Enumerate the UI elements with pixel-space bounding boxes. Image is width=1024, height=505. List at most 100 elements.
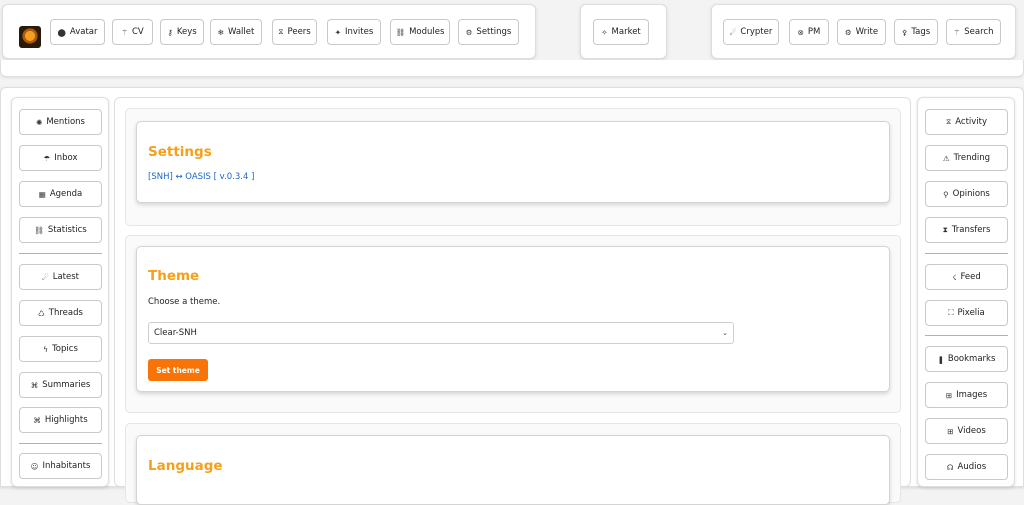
nav-invites-button[interactable]: ✦ Invites: [327, 19, 381, 45]
theme-title: Theme: [148, 268, 200, 284]
images-icon: ⊞: [945, 390, 953, 400]
sidebar-item-trending[interactable]: ⚠ Trending: [925, 145, 1008, 171]
sidebar-item-label: Pixelia: [957, 308, 985, 318]
sidebar-item-highlights[interactable]: ⌘ Highlights: [19, 407, 102, 433]
sidebar-item-label: Threads: [48, 308, 83, 318]
nav-keys-label: Keys: [176, 27, 197, 37]
sidebar-item-label: Activity: [955, 117, 988, 127]
language-card: Language: [136, 435, 890, 505]
nav-tags-label: Tags: [911, 27, 931, 37]
sidebar-item-videos[interactable]: ⊞ Videos: [925, 418, 1008, 444]
inbox-icon: ☂: [43, 153, 51, 163]
nav-market-button[interactable]: ✧ Market: [593, 19, 649, 45]
right-sidebar: ⧖ Activity ⚠ Trending ⚲ Opinions ⧗ Transfers ☇ Fe…: [917, 97, 1015, 487]
threads-icon: ♺: [38, 308, 45, 318]
sidebar-divider: [19, 443, 102, 444]
settings-icon: ⚙: [465, 27, 473, 37]
sidebar-item-label: Topics: [52, 344, 78, 354]
sidebar-item-bookmarks[interactable]: ❚ Bookmarks: [925, 346, 1008, 372]
trending-icon: ⚠: [942, 153, 950, 163]
sidebar-item-inhabitants[interactable]: ☺ Inhabitants: [19, 453, 102, 479]
nav-invites-label: Invites: [345, 27, 374, 37]
sidebar-item-label: Mentions: [46, 117, 85, 127]
crypter-icon: ☄: [729, 27, 737, 37]
sidebar-item-topics[interactable]: ϟ Topics: [19, 336, 102, 362]
main-content: Settings [SNH] ↔ OASIS [ v.0.3.4 ] Theme…: [114, 97, 911, 505]
settings-title: Settings: [148, 144, 212, 160]
language-title: Language: [148, 458, 223, 474]
cv-icon: ⚚: [121, 27, 128, 37]
sidebar-item-activity[interactable]: ⧖ Activity: [925, 109, 1008, 135]
nav-pm-button[interactable]: ⊗ PM: [789, 19, 829, 45]
nav-peers-button[interactable]: ⧖ Peers: [272, 19, 317, 45]
peers-icon: ⧖: [278, 27, 284, 36]
sidebar-item-images[interactable]: ⊞ Images: [925, 382, 1008, 408]
sidebar-item-pixelia[interactable]: ⛶ Pixelia: [925, 300, 1008, 326]
highlights-icon: ⌘: [33, 415, 41, 425]
nav-cv-button[interactable]: ⚚ CV: [112, 19, 153, 45]
tags-icon: ⚴: [901, 27, 908, 37]
sidebar-item-label: Videos: [957, 426, 986, 436]
keys-icon: ⚷: [167, 27, 173, 37]
sidebar-item-transfers[interactable]: ⧗ Transfers: [925, 217, 1008, 243]
sidebar-item-label: Bookmarks: [947, 354, 996, 364]
opinions-icon: ⚲: [943, 189, 949, 199]
pixelia-icon: ⛶: [948, 308, 954, 317]
nav-write-button[interactable]: ⚙ Write: [837, 19, 886, 45]
set-theme-button[interactable]: Set theme: [148, 359, 208, 381]
left-sidebar: ✺ Mentions ☂ Inbox ▦ Agenda ⛓ Statistics ☄ Latest…: [11, 97, 109, 487]
sidebar-item-feed[interactable]: ☇ Feed: [925, 264, 1008, 290]
sidebar-item-label: Inhabitants: [42, 461, 91, 471]
nav-modules-button[interactable]: ⛓ Modules: [390, 19, 450, 45]
theme-card: Theme Choose a theme. Clear-SNH ⌄ Set th…: [136, 246, 890, 392]
mentions-icon: ✺: [36, 117, 43, 127]
sidebar-item-mentions[interactable]: ✺ Mentions: [19, 109, 102, 135]
latest-icon: ☄: [41, 272, 49, 282]
nav-tags-button[interactable]: ⚴ Tags: [894, 19, 938, 45]
agenda-icon: ▦: [38, 189, 46, 199]
sidebar-item-latest[interactable]: ☄ Latest: [19, 264, 102, 290]
language-section: Language: [125, 423, 901, 505]
sidebar-item-label: Images: [956, 390, 988, 400]
sidebar-item-summaries[interactable]: ⌘ Summaries: [19, 372, 102, 398]
sidebar-item-label: Trending: [953, 153, 991, 163]
sidebar-item-inbox[interactable]: ☂ Inbox: [19, 145, 102, 171]
nav-crypter-label: Crypter: [740, 27, 773, 37]
sidebar-item-label: Summaries: [42, 380, 91, 390]
sidebar-item-label: Latest: [52, 272, 79, 282]
sidebar-item-label: Transfers: [951, 225, 991, 235]
nav-avatar-button[interactable]: ⬤ Avatar: [50, 19, 105, 45]
nav-crypter-button[interactable]: ☄ Crypter: [723, 19, 779, 45]
avatar-icon: ⬤: [57, 27, 66, 37]
sidebar-divider: [925, 335, 1008, 336]
avatar-image[interactable]: [19, 26, 41, 48]
nav-settings-label: Settings: [476, 27, 512, 37]
nav-search-button[interactable]: ⚚ Search: [946, 19, 1001, 45]
wallet-icon: ❄: [217, 27, 224, 37]
theme-selected-value: Clear-SNH: [154, 328, 197, 338]
sidebar-item-audios[interactable]: ☊ Audios: [925, 454, 1008, 480]
theme-description: Choose a theme.: [148, 297, 221, 307]
sidebar-item-statistics[interactable]: ⛓ Statistics: [19, 217, 102, 243]
sidebar-item-agenda[interactable]: ▦ Agenda: [19, 181, 102, 207]
nav-settings-button[interactable]: ⚙ Settings: [458, 19, 519, 45]
nav-wallet-button[interactable]: ❄ Wallet: [210, 19, 262, 45]
search-icon: ⚚: [953, 27, 961, 37]
nav-keys-button[interactable]: ⚷ Keys: [160, 19, 204, 45]
sidebar-item-label: Audios: [957, 462, 987, 472]
version-link[interactable]: [SNH] ↔ OASIS [ v.0.3.4 ]: [148, 172, 254, 182]
nav-write-label: Write: [855, 27, 879, 37]
sidebar-item-label: Opinions: [952, 189, 990, 199]
sidebar-item-opinions[interactable]: ⚲ Opinions: [925, 181, 1008, 207]
market-icon: ✧: [601, 27, 608, 37]
transfers-icon: ⧗: [942, 225, 948, 234]
nav-peers-label: Peers: [287, 27, 311, 37]
settings-card: Settings [SNH] ↔ OASIS [ v.0.3.4 ]: [136, 121, 890, 203]
sidebar-divider: [19, 253, 102, 254]
audios-icon: ☊: [946, 462, 954, 472]
invites-icon: ✦: [334, 27, 341, 37]
statistics-icon: ⛓: [34, 225, 44, 235]
sidebar-item-threads[interactable]: ♺ Threads: [19, 300, 102, 326]
nav-avatar-label: Avatar: [69, 27, 98, 37]
theme-select[interactable]: Clear-SNH ⌄: [148, 322, 734, 344]
